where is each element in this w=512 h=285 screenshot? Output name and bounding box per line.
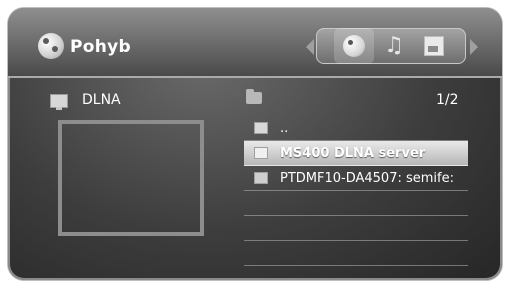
list-item-label: MS400 DLNA server — [280, 145, 426, 161]
chevron-left-icon[interactable] — [306, 39, 314, 55]
header: Pohyb ♫ — [8, 8, 502, 76]
source-label: DLNA — [82, 92, 121, 108]
movie-reel-icon — [343, 35, 365, 57]
folder-icon — [246, 89, 262, 104]
tab-photo[interactable] — [414, 28, 454, 64]
list-item[interactable]: PTDMF10-DA4507: semife: — [244, 166, 468, 191]
list-item-label: PTDMF10-DA4507: semife: — [280, 170, 454, 186]
folder-up-icon — [254, 122, 268, 134]
list-item-up[interactable]: .. — [244, 116, 468, 141]
header-divider — [8, 76, 502, 78]
server-icon — [254, 172, 268, 184]
page-indicator: 1/2 — [436, 92, 459, 108]
list-item-empty — [244, 241, 468, 266]
preview-frame — [58, 120, 204, 236]
chevron-right-icon[interactable] — [470, 39, 478, 55]
photo-icon — [424, 36, 444, 56]
server-list: .. MS400 DLNA server PTDMF10-DA4507: sem… — [244, 116, 468, 280]
main-panel: Pohyb ♫ DLNA 1/2 .. MS400 DLNA server PT… — [8, 8, 502, 280]
tv-icon — [50, 94, 68, 110]
list-item-empty — [244, 266, 468, 280]
media-tab-bar: ♫ — [316, 28, 466, 64]
list-item-empty — [244, 216, 468, 241]
list-item-empty — [244, 191, 468, 216]
server-icon — [254, 147, 268, 159]
tab-music[interactable]: ♫ — [374, 28, 414, 64]
tab-movie[interactable] — [334, 28, 374, 64]
movie-reel-icon — [38, 33, 64, 59]
list-item-label: .. — [280, 120, 289, 136]
page-title: Pohyb — [70, 37, 131, 57]
music-note-icon: ♫ — [384, 33, 404, 58]
list-item-selected[interactable]: MS400 DLNA server — [244, 141, 468, 166]
